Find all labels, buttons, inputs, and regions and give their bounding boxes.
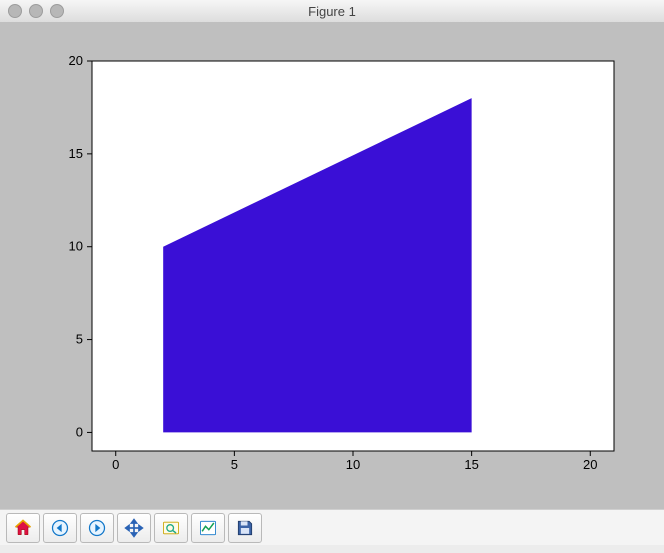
forward-button[interactable]: [80, 513, 114, 543]
window-controls: [8, 4, 64, 18]
configure-subplots-button[interactable]: [191, 513, 225, 543]
zoom-icon: [161, 518, 181, 538]
plot-canvas: 0 5 10 15 20 0 5 10 15 20: [10, 33, 654, 499]
y-tick-label: 0: [76, 424, 83, 439]
x-tick-label: 10: [346, 457, 360, 472]
x-tick-label: 15: [464, 457, 478, 472]
save-button[interactable]: [228, 513, 262, 543]
close-window-button[interactable]: [8, 4, 22, 18]
x-tick-label: 5: [231, 457, 238, 472]
home-icon: [13, 518, 33, 538]
move-icon: [124, 518, 144, 538]
x-tick-label: 20: [583, 457, 597, 472]
x-ticks: 0 5 10 15 20: [112, 451, 597, 472]
minimize-window-button[interactable]: [29, 4, 43, 18]
window-title: Figure 1: [0, 4, 664, 19]
toolbar: [0, 509, 664, 545]
home-button[interactable]: [6, 513, 40, 543]
arrow-left-icon: [50, 518, 70, 538]
y-tick-label: 5: [76, 332, 83, 347]
zoom-button[interactable]: [154, 513, 188, 543]
x-tick-label: 0: [112, 457, 119, 472]
arrow-right-icon: [87, 518, 107, 538]
save-icon: [235, 518, 255, 538]
y-tick-label: 20: [69, 53, 83, 68]
plot-svg: 0 5 10 15 20 0 5 10 15 20: [10, 33, 654, 499]
back-button[interactable]: [43, 513, 77, 543]
window-titlebar: Figure 1: [0, 0, 664, 23]
y-ticks: 0 5 10 15 20: [69, 53, 92, 439]
pan-button[interactable]: [117, 513, 151, 543]
subplot-icon: [198, 518, 218, 538]
zoom-window-button[interactable]: [50, 4, 64, 18]
figure-area: 0 5 10 15 20 0 5 10 15 20: [0, 23, 664, 509]
y-tick-label: 15: [69, 146, 83, 161]
y-tick-label: 10: [69, 239, 83, 254]
